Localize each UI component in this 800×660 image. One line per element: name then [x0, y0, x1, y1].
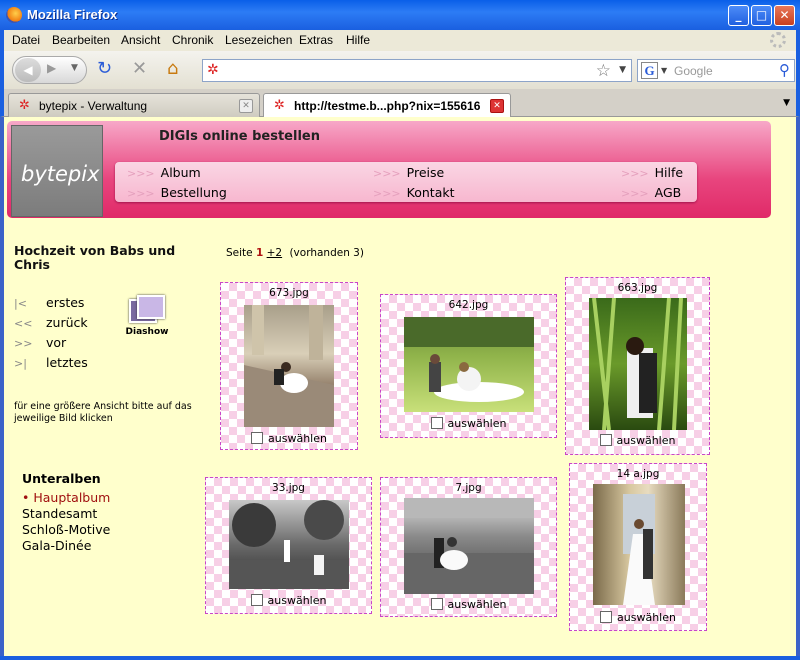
subalbum-hauptalbum[interactable]: • Hauptalbum — [22, 490, 110, 506]
photo-thumbnail[interactable] — [404, 317, 534, 412]
forward-button[interactable]: ▶ — [47, 61, 56, 75]
select-checkbox[interactable]: auswählen — [206, 594, 371, 607]
album-title: Hochzeit von Babs und Chris — [14, 243, 176, 272]
tab-verwaltung[interactable]: ✲ bytepix - Verwaltung ✕ — [8, 93, 260, 117]
menu-bar: Datei Bearbeiten Ansicht Chronik Lesezei… — [0, 30, 800, 51]
subalbums: Unteralben • Hauptalbum Standesamt Schlo… — [22, 471, 110, 554]
menu-ansicht[interactable]: Ansicht — [121, 33, 160, 47]
select-checkbox[interactable]: auswählen — [221, 432, 357, 445]
bookmark-star-icon[interactable]: ☆ — [596, 61, 611, 81]
menu-bearbeiten[interactable]: Bearbeiten — [52, 33, 110, 47]
photo-card: 7.jpg auswählen — [380, 477, 557, 617]
reload-icon[interactable]: ↻ — [97, 60, 112, 78]
photo-card: 642.jpg auswählen — [380, 294, 557, 438]
photo-filename: 642.jpg — [448, 299, 489, 311]
tab-label: http://testme.b...php?nix=155616 — [294, 99, 481, 113]
next-page-link[interactable]: +2 — [267, 247, 282, 259]
firefox-logo-icon — [6, 7, 22, 23]
back-forward-group: ◀ ▶ ▼ — [12, 56, 87, 84]
photo-filename: 33.jpg — [272, 482, 305, 494]
close-tab-icon[interactable]: ✕ — [239, 99, 253, 113]
nav-album[interactable]: >>> Album — [127, 165, 201, 180]
subalbums-title: Unteralben — [22, 471, 101, 486]
history-dropdown-icon[interactable]: ▼ — [71, 63, 78, 73]
tab-favicon-icon: ✲ — [274, 98, 285, 113]
photo-card: 33.jpg auswählen — [205, 477, 372, 614]
maximize-button[interactable]: □ — [751, 5, 772, 26]
window-border — [0, 656, 800, 660]
back-button[interactable]: ◀ — [15, 58, 41, 82]
nav-agb[interactable]: >>> AGB — [621, 185, 681, 200]
select-checkbox[interactable]: auswählen — [381, 598, 556, 611]
engine-dropdown-icon[interactable]: ▼ — [661, 66, 667, 75]
tab-bar: ✲ bytepix - Verwaltung ✕ ✲ http://testme… — [0, 89, 800, 118]
header-title: DIGIs online bestellen — [159, 129, 320, 144]
url-dropdown-icon[interactable]: ▼ — [619, 65, 626, 75]
select-checkbox[interactable]: auswählen — [566, 434, 709, 447]
nav-bestellung[interactable]: >>> Bestellung — [127, 185, 227, 200]
window-title: Mozilla Firefox — [27, 7, 118, 22]
photo-filename: 673.jpg — [269, 287, 309, 299]
photo-card: 14 a.jpg auswählen — [569, 463, 707, 631]
google-engine-icon[interactable]: G — [641, 62, 658, 79]
close-tab-icon[interactable]: ✕ — [490, 99, 504, 113]
hint-text: für eine größere Ansicht bitte auf das j… — [14, 401, 192, 424]
close-window-button[interactable]: ✕ — [774, 5, 795, 26]
select-checkbox[interactable]: auswählen — [570, 611, 706, 624]
menu-chronik[interactable]: Chronik — [172, 33, 213, 47]
diashow-button[interactable]: Diashow — [122, 293, 172, 337]
nav-preise[interactable]: >>> Preise — [373, 165, 444, 180]
window-titlebar: Mozilla Firefox _ □ ✕ — [0, 0, 800, 30]
search-placeholder: Google — [674, 64, 713, 78]
photo-card: 673.jpg auswählen — [220, 282, 358, 450]
site-header: bytepix DIGIs online bestellen >>> Album … — [7, 121, 771, 218]
select-checkbox[interactable]: auswählen — [381, 417, 556, 430]
site-logo: bytepix — [11, 125, 103, 217]
pager-prev[interactable]: << zurück — [14, 315, 114, 330]
pager-first[interactable]: |< erstes — [14, 295, 114, 310]
photo-thumbnail[interactable] — [404, 498, 534, 594]
site-nav: >>> Album >>> Preise >>> Hilfe >>> Bestellun… — [115, 162, 697, 202]
photo-thumbnail[interactable] — [229, 500, 349, 589]
subalbum-schloss-motive[interactable]: Schloß-Motive — [22, 522, 110, 538]
url-bar[interactable]: ✲ ☆ ▼ — [202, 59, 632, 82]
photo-thumbnail[interactable] — [593, 484, 685, 605]
photo-filename: 7.jpg — [455, 482, 482, 494]
photo-card: 663.jpg auswählen — [565, 277, 710, 455]
nav-kontakt[interactable]: >>> Kontakt — [373, 185, 455, 200]
menu-extras[interactable]: Extras — [299, 33, 333, 47]
home-icon[interactable]: ⌂ — [167, 60, 178, 78]
tab-testme[interactable]: ✲ http://testme.b...php?nix=155616 ✕ — [263, 93, 511, 118]
pager-last[interactable]: >| letztes — [14, 355, 114, 370]
subalbum-standesamt[interactable]: Standesamt — [22, 506, 110, 522]
photo-filename: 14 a.jpg — [616, 468, 660, 480]
photo-thumbnail[interactable] — [589, 298, 687, 430]
stop-icon[interactable]: ✕ — [132, 60, 147, 78]
minimize-button[interactable]: _ — [728, 5, 749, 26]
menu-lesezeichen[interactable]: Lesezeichen — [225, 33, 292, 47]
throbber-icon — [770, 32, 786, 48]
page-content: bytepix DIGIs online bestellen >>> Album … — [4, 117, 796, 656]
pager-next[interactable]: >> vor — [14, 335, 114, 350]
site-favicon-icon: ✲ — [207, 62, 219, 78]
photo-thumbnail[interactable] — [244, 305, 334, 427]
list-all-tabs-icon[interactable]: ▼ — [783, 98, 790, 108]
menu-datei[interactable]: Datei — [12, 33, 40, 47]
tab-label: bytepix - Verwaltung — [39, 99, 148, 113]
photo-filename: 663.jpg — [617, 282, 658, 294]
search-box[interactable]: G ▼ Google ⚲ — [637, 59, 795, 82]
slideshow-icon — [127, 293, 167, 327]
navigation-toolbar: ◀ ▶ ▼ ↻ ✕ ⌂ ✲ ☆ ▼ G ▼ Google ⚲ — [0, 51, 800, 89]
nav-hilfe[interactable]: >>> Hilfe — [621, 165, 683, 180]
current-page: 1 — [255, 247, 264, 259]
subalbum-gala-dinee[interactable]: Gala-Dinée — [22, 538, 110, 554]
tab-favicon-icon: ✲ — [19, 98, 30, 113]
search-icon[interactable]: ⚲ — [779, 61, 790, 79]
page-indicator: Seite 1 +2 (vorhanden 3) — [226, 247, 364, 259]
menu-hilfe[interactable]: Hilfe — [346, 33, 370, 47]
